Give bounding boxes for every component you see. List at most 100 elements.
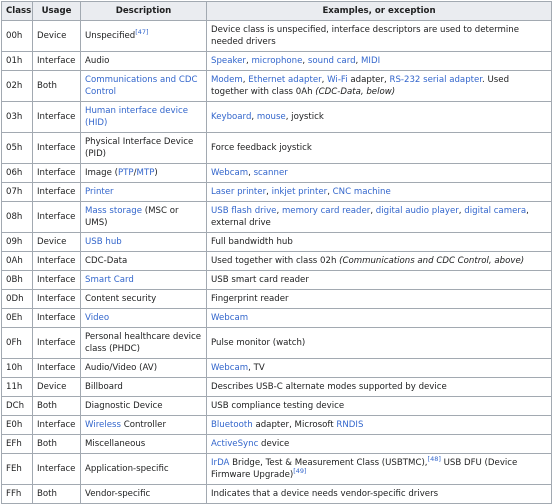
description-cell: Wireless Controller (80, 415, 207, 435)
class-code-cell: FEh (1, 453, 33, 485)
text: , TV (248, 363, 265, 373)
text: USB compliance testing device (211, 401, 345, 411)
wiki-link[interactable]: MTP (137, 168, 155, 178)
wiki-link[interactable]: inkjet printer (272, 187, 328, 197)
table-row: 11h Device Billboard Describes USB-C altern… (1, 377, 552, 397)
wiki-link[interactable]: Ethernet adapter (248, 75, 321, 85)
wiki-link[interactable]: Keyboard (211, 112, 251, 122)
wiki-link[interactable]: digital audio player (376, 206, 459, 216)
wiki-link[interactable]: USB flash drive (211, 206, 276, 216)
wiki-link[interactable]: digital camera (464, 206, 526, 216)
wiki-link[interactable]: RS-232 serial adapter (389, 75, 482, 85)
text: Audio (85, 56, 110, 66)
description-cell: Audio (80, 51, 207, 71)
wiki-link[interactable]: Communications and CDC Control (85, 75, 197, 97)
table-row: 03h Interface Human interface device (HID)… (1, 101, 552, 133)
usage-cell: Both (32, 484, 81, 504)
table-row: 06h Interface Image (PTP/MTP) Webcam, scann… (1, 163, 552, 183)
usb-device-class-table: Class Usage Description Examples, or exc… (1, 1, 552, 504)
examples-cell: Keyboard, mouse, joystick (206, 101, 552, 133)
description-cell: Physical Interface Device (PID) (80, 132, 207, 164)
usage-cell: Interface (32, 101, 81, 133)
usage-cell: Interface (32, 270, 81, 290)
description-cell: Personal healthcare device class (PHDC) (80, 327, 207, 359)
description-cell: Audio/Video (AV) (80, 358, 207, 378)
examples-cell: Bluetooth adapter, Microsoft RNDIS (206, 415, 552, 435)
wiki-link[interactable]: Webcam (211, 168, 248, 178)
wiki-link[interactable]: Smart Card (85, 275, 134, 285)
description-cell: Diagnostic Device (80, 396, 207, 416)
examples-cell: ActiveSync device (206, 434, 552, 454)
description-cell: Printer (80, 182, 207, 202)
text: Vendor-specific (85, 489, 151, 499)
wiki-link[interactable]: microphone (251, 56, 302, 66)
text: Physical Interface Device (PID) (85, 137, 194, 159)
usage-cell: Interface (32, 182, 81, 202)
wiki-link[interactable]: scanner (254, 168, 288, 178)
wiki-link[interactable]: Printer (85, 187, 114, 197)
table-row: 09h Device USB hub Full bandwidth hub (1, 232, 552, 252)
wiki-link[interactable]: memory card reader (282, 206, 370, 216)
text: CDC-Data (85, 256, 128, 266)
usage-cell: Interface (32, 289, 81, 309)
table-row: 02h Both Communications and CDC Control Mod… (1, 70, 552, 102)
text: adapter, Microsoft (252, 420, 337, 430)
wiki-link[interactable]: Video (85, 313, 109, 323)
usage-cell: Interface (32, 358, 81, 378)
description-cell: Smart Card (80, 270, 207, 290)
description-cell: Human interface device (HID) (80, 101, 207, 133)
text: Device class is unspecified, interface d… (211, 25, 520, 47)
wiki-link[interactable]: sound card (308, 56, 356, 66)
wiki-link[interactable]: USB hub (85, 237, 122, 247)
header-class[interactable]: Class (1, 1, 33, 21)
wiki-link[interactable]: mouse (257, 112, 286, 122)
text: Content security (85, 294, 157, 304)
description-cell: Communications and CDC Control (80, 70, 207, 102)
usage-cell: Interface (32, 415, 81, 435)
wiki-link[interactable]: Mass storage (85, 206, 142, 216)
text: USB smart card reader (211, 275, 309, 285)
wiki-link[interactable]: IrDA (211, 458, 229, 468)
usage-cell: Device (32, 232, 81, 252)
description-cell: Mass storage (MSC or UMS) (80, 201, 207, 233)
examples-cell: Indicates that a device needs vendor-spe… (206, 484, 552, 504)
wiki-link[interactable]: MIDI (361, 56, 380, 66)
reference-link[interactable]: [48] (428, 455, 441, 463)
class-code-cell: 0Fh (1, 327, 33, 359)
examples-cell: IrDA Bridge, Test & Measurement Class (U… (206, 453, 552, 485)
header-description[interactable]: Description (80, 1, 207, 21)
class-code-cell: 11h (1, 377, 33, 397)
class-code-cell: 0Ah (1, 251, 33, 271)
table-body: 00h Device Unspecified[47] Device class is … (1, 20, 552, 504)
examples-cell: Webcam (206, 308, 552, 328)
wiki-link[interactable]: CNC machine (333, 187, 391, 197)
reference-link[interactable]: [49] (293, 467, 306, 475)
text: device (258, 439, 290, 449)
class-code-cell: 07h (1, 182, 33, 202)
description-cell: Miscellaneous (80, 434, 207, 454)
wiki-link[interactable]: Webcam (211, 363, 248, 373)
text: Fingerprint reader (211, 294, 289, 304)
wiki-link[interactable]: PTP (118, 168, 134, 178)
wiki-link[interactable]: Webcam (211, 313, 248, 323)
wiki-link[interactable]: Wireless (85, 420, 121, 430)
text: Full bandwidth hub (211, 237, 293, 247)
wiki-link[interactable]: ActiveSync (211, 439, 258, 449)
wiki-link[interactable]: Wi-Fi (327, 75, 348, 85)
usage-cell: Interface (32, 308, 81, 328)
table-row: 08h Interface Mass storage (MSC or UMS) USB… (1, 201, 552, 233)
wiki-link[interactable]: Speaker (211, 56, 246, 66)
header-usage[interactable]: Usage (32, 1, 81, 21)
header-examples[interactable]: Examples, or exception (206, 1, 552, 21)
text: Describes USB-C alternate modes supporte… (211, 382, 447, 392)
examples-cell: USB smart card reader (206, 270, 552, 290)
wiki-link[interactable]: RNDIS (336, 420, 363, 430)
usage-cell: Interface (32, 327, 81, 359)
wiki-link[interactable]: Laser printer (211, 187, 266, 197)
wiki-link[interactable]: Bluetooth (211, 420, 253, 430)
description-cell: USB hub (80, 232, 207, 252)
wiki-link[interactable]: Human interface device (HID) (85, 106, 188, 128)
reference-link[interactable]: [47] (135, 28, 148, 36)
wiki-link[interactable]: Modem (211, 75, 243, 85)
text: ) (154, 168, 158, 178)
